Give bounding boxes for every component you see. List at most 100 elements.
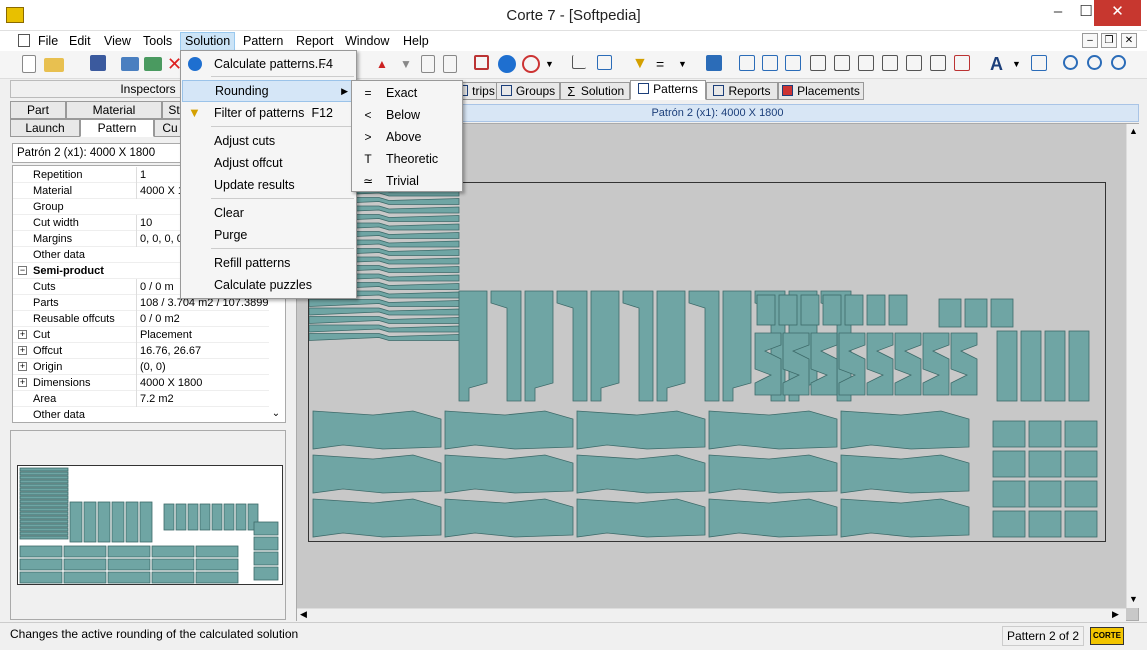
preview-part[interactable] bbox=[223, 503, 235, 531]
scroll-down-icon[interactable]: ⌄ bbox=[269, 407, 283, 421]
part-shape[interactable] bbox=[810, 332, 838, 396]
part-shape[interactable] bbox=[590, 290, 620, 402]
tab-patterns[interactable]: Patterns bbox=[630, 80, 706, 100]
preview-part[interactable] bbox=[19, 515, 69, 520]
align-icon[interactable] bbox=[810, 55, 826, 71]
property-row[interactable]: Area 7.2 m2 bbox=[13, 391, 269, 407]
check-icon[interactable] bbox=[474, 55, 489, 70]
property-value[interactable]: 4000 X 1800 bbox=[136, 375, 271, 391]
part-shape[interactable] bbox=[309, 299, 460, 307]
preview-part[interactable] bbox=[195, 545, 239, 558]
part-shape[interactable] bbox=[822, 294, 842, 326]
property-value[interactable]: 0 / 0 m2 bbox=[136, 311, 271, 327]
part-shape[interactable] bbox=[309, 307, 460, 316]
list-icon[interactable] bbox=[1031, 55, 1047, 71]
part-shape[interactable] bbox=[888, 294, 908, 326]
preview-part[interactable] bbox=[19, 487, 69, 492]
preview-part[interactable] bbox=[19, 491, 69, 496]
part-shape[interactable] bbox=[992, 450, 1026, 478]
part-shape[interactable] bbox=[708, 498, 838, 538]
equals-icon[interactable]: = bbox=[656, 55, 674, 73]
preview-part[interactable] bbox=[19, 523, 69, 528]
property-row[interactable]: + Origin (0, 0) bbox=[13, 359, 269, 375]
preview-part[interactable] bbox=[151, 571, 195, 584]
preview-part[interactable] bbox=[19, 531, 69, 536]
pattern-canvas[interactable]: ▲ ▼ ◀ ▶ bbox=[296, 123, 1139, 621]
part-shape[interactable] bbox=[844, 294, 864, 326]
part-shape[interactable] bbox=[576, 410, 706, 450]
part-shape[interactable] bbox=[756, 294, 776, 326]
compact-icon[interactable] bbox=[930, 55, 946, 71]
part-shape[interactable] bbox=[1044, 330, 1066, 402]
zoom-out-icon[interactable] bbox=[1111, 55, 1126, 70]
part-shape[interactable] bbox=[309, 324, 460, 333]
distribute-icon[interactable] bbox=[834, 55, 850, 71]
property-value[interactable]: 7.2 m2 bbox=[136, 391, 271, 407]
frame-icon[interactable] bbox=[954, 55, 970, 71]
text-dropdown-icon[interactable]: ▼ bbox=[1012, 55, 1030, 73]
part-shape[interactable] bbox=[312, 498, 442, 538]
part-shape[interactable] bbox=[992, 480, 1026, 508]
preview-part[interactable] bbox=[19, 511, 69, 516]
part-shape[interactable] bbox=[838, 332, 866, 396]
tab-reports[interactable]: Reports bbox=[706, 82, 778, 100]
menu-item-adjust-offcut[interactable]: Adjust offcut bbox=[182, 152, 355, 174]
part-shape[interactable] bbox=[490, 290, 522, 402]
part-shape[interactable] bbox=[458, 290, 488, 402]
property-row[interactable]: Other data bbox=[13, 407, 269, 422]
preview-part[interactable] bbox=[83, 501, 97, 543]
split-icon[interactable] bbox=[121, 57, 139, 71]
menu-item-adjust-cuts[interactable]: Adjust cuts bbox=[182, 130, 355, 152]
part-shape[interactable] bbox=[309, 333, 460, 341]
part-shape[interactable] bbox=[1064, 510, 1098, 538]
hsplit-icon[interactable] bbox=[785, 55, 801, 71]
preview-part[interactable] bbox=[69, 501, 83, 543]
horizontal-scrollbar[interactable]: ◀ ▶ bbox=[297, 608, 1126, 621]
preview-part[interactable] bbox=[63, 558, 107, 571]
menu-item-purge[interactable]: Purge bbox=[182, 224, 355, 246]
part-shape[interactable] bbox=[866, 294, 886, 326]
part-shape[interactable] bbox=[444, 498, 574, 538]
property-value[interactable]: Placement bbox=[136, 327, 271, 343]
menu-view[interactable]: View bbox=[100, 32, 135, 51]
property-row[interactable]: + Cut Placement bbox=[13, 327, 269, 343]
join-icon[interactable] bbox=[144, 57, 162, 71]
preview-part[interactable] bbox=[19, 519, 69, 524]
mdi-minimize-button[interactable]: – bbox=[1082, 33, 1098, 48]
preview-part[interactable] bbox=[211, 503, 223, 531]
part-shape[interactable] bbox=[1028, 510, 1062, 538]
preview-part[interactable] bbox=[151, 545, 195, 558]
vertical-scrollbar[interactable]: ▲ ▼ bbox=[1126, 124, 1139, 608]
undo-icon[interactable] bbox=[706, 55, 722, 71]
preview-part[interactable] bbox=[235, 503, 247, 531]
preview-part[interactable] bbox=[195, 558, 239, 571]
expand-icon[interactable]: + bbox=[18, 378, 27, 387]
part-shape[interactable] bbox=[800, 294, 820, 326]
preview-part[interactable] bbox=[111, 501, 125, 543]
part-shape[interactable] bbox=[840, 498, 970, 538]
preview-part[interactable] bbox=[19, 571, 63, 584]
part-shape[interactable] bbox=[1068, 330, 1090, 402]
part-shape[interactable] bbox=[754, 332, 782, 396]
menu-help[interactable]: Help bbox=[399, 32, 433, 51]
scroll-up-icon[interactable]: ▲ bbox=[1129, 126, 1138, 136]
preview-part[interactable] bbox=[19, 467, 69, 472]
part-shape[interactable] bbox=[1064, 420, 1098, 448]
part-shape[interactable] bbox=[1064, 450, 1098, 478]
tab-placements[interactable]: Placements bbox=[778, 82, 864, 100]
preview-part[interactable] bbox=[125, 501, 139, 543]
rounding-dropdown-icon[interactable]: ▼ bbox=[678, 55, 696, 73]
mdi-close-button[interactable]: ✕ bbox=[1121, 33, 1137, 48]
part-shape[interactable] bbox=[866, 332, 894, 396]
open-icon[interactable] bbox=[44, 58, 64, 72]
preview-part[interactable] bbox=[19, 507, 69, 512]
preview-part[interactable] bbox=[253, 536, 279, 551]
property-row[interactable]: + Dimensions 4000 X 1800 bbox=[13, 375, 269, 391]
tab-material[interactable]: Material bbox=[66, 101, 162, 119]
filter-toolbar-icon[interactable]: ▼ bbox=[632, 55, 650, 73]
menu-solution[interactable]: Solution bbox=[180, 32, 236, 51]
rounding-item-theoretic[interactable]: T Theoretic bbox=[353, 148, 461, 170]
sheet[interactable] bbox=[308, 182, 1106, 542]
rounding-item-trivial[interactable]: ≃ Trivial bbox=[353, 170, 461, 192]
part-shape[interactable] bbox=[688, 290, 720, 402]
